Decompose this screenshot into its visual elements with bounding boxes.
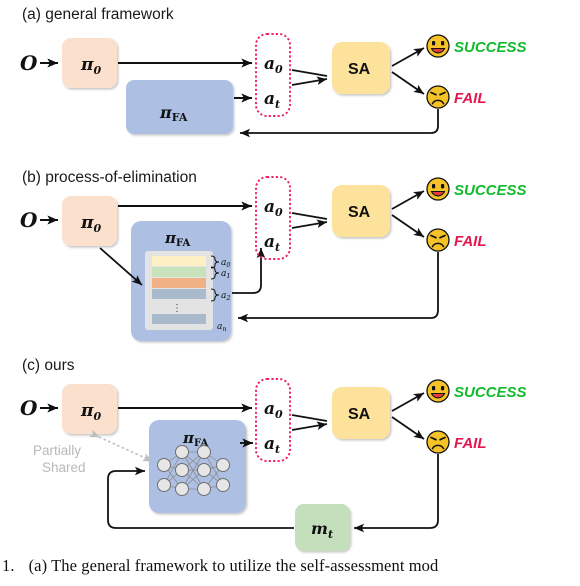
panel-b-arrow-candidate-to-at xyxy=(232,247,266,294)
smiley-happy-icon xyxy=(426,34,450,58)
caption-number: 1. xyxy=(2,556,15,575)
panel-b-action-at: at xyxy=(264,232,280,254)
panel-b-title: (b) process-of-elimination xyxy=(22,169,197,186)
panel-c-observation-label: O xyxy=(20,396,38,420)
panel-a-arrow-a0-to-sa xyxy=(291,69,328,77)
smiley-sad-icon xyxy=(426,85,450,109)
diagram-svg: (a) general framework O π0 πFA a0 at SA … xyxy=(20,6,527,551)
panel-b-observation-label: O xyxy=(20,208,38,232)
panel-b-arrow-sa-to-success xyxy=(391,190,425,210)
panel-c-action-a0: a0 xyxy=(264,399,283,421)
panel-b-arrow-sa-to-fail xyxy=(391,214,425,238)
smiley-sad-icon xyxy=(426,228,450,252)
panel-a-arrow-at-to-sa xyxy=(291,76,328,86)
panel-b-success-label: SUCCESS xyxy=(454,182,527,199)
panel-a-fa-box[interactable] xyxy=(126,80,233,134)
panel-c-shared-link xyxy=(89,429,153,462)
panel-c-arrow-fail-to-memory xyxy=(353,454,439,533)
panel-b-fail-label: FAIL xyxy=(454,233,487,250)
panel-c-title: (c) ours xyxy=(22,357,75,374)
smiley-sad-icon xyxy=(426,430,450,454)
panel-c-arrow-sa-to-success xyxy=(391,392,425,412)
panel-b-candidate-bar-a2[interactable] xyxy=(152,278,206,288)
panel-b-action-a0: a0 xyxy=(264,197,283,219)
panel-a-action-at: at xyxy=(264,89,280,111)
panel-c-action-at: at xyxy=(264,434,280,456)
panel-a-feedback-path xyxy=(239,109,439,138)
panel-b-sa-label: SA xyxy=(348,204,371,221)
panel-c-success-label: SUCCESS xyxy=(454,384,527,401)
panel-c-arrow-a0-to-sa xyxy=(291,414,328,422)
panel-a-arrow-sa-to-fail xyxy=(391,71,425,95)
figure-caption: 1. (a) The general framework to utilize t… xyxy=(0,556,580,576)
panel-b-candidate-bar-an[interactable] xyxy=(152,314,206,324)
panel-c-shared-note-line1: Partially xyxy=(33,443,81,458)
caption-text: (a) The general framework to utilize the… xyxy=(28,556,439,575)
panel-c-shared-note-line2: Shared xyxy=(42,460,86,475)
panel-c-arrow-sa-to-fail xyxy=(391,416,425,440)
panel-b-candidate-bar-a0[interactable] xyxy=(152,256,206,266)
smiley-happy-icon xyxy=(426,177,450,201)
panel-a-observation-label: O xyxy=(20,51,38,75)
panel-b-arrow-at-to-sa xyxy=(291,219,328,229)
smiley-happy-icon xyxy=(426,379,450,403)
panel-b-candidate-bar-a3[interactable] xyxy=(152,289,206,299)
panel-b-arrow-a0-to-sa xyxy=(291,212,328,220)
panel-a-fail-label: FAIL xyxy=(454,90,487,107)
panel-b-feedback-path xyxy=(237,252,439,323)
panel-a-action-a0: a0 xyxy=(264,54,283,76)
panel-c-arrow-at-to-sa xyxy=(291,421,328,431)
panel-a-success-label: SUCCESS xyxy=(454,39,527,56)
panel-a-arrow-sa-to-success xyxy=(391,47,425,67)
panel-b-candidate-bar-a1[interactable] xyxy=(152,267,206,277)
panel-a-title: (a) general framework xyxy=(22,6,174,23)
figure-container: (a) general framework O π0 πFA a0 at SA … xyxy=(0,0,580,586)
panel-c-fail-label: FAIL xyxy=(454,435,487,452)
panel-c-sa-label: SA xyxy=(348,406,371,423)
panel-b-candidate-ellipsis: ⋮ xyxy=(172,303,182,314)
panel-a-sa-label: SA xyxy=(348,61,371,78)
